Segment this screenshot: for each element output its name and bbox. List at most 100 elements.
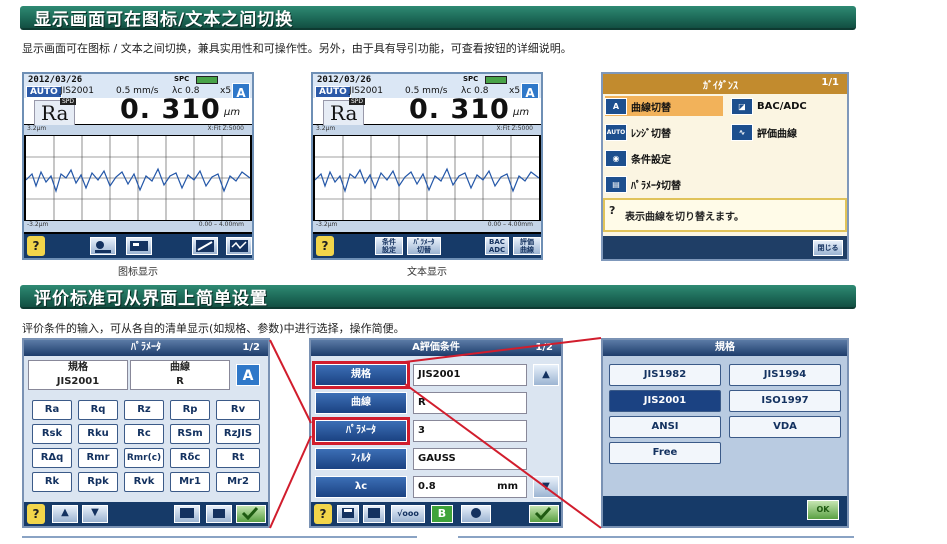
- copy-icon[interactable]: [206, 505, 232, 523]
- speed-icon[interactable]: [461, 505, 491, 523]
- param-button-ra[interactable]: Ra: [32, 400, 72, 420]
- help-button[interactable]: ?: [316, 236, 334, 256]
- standard-option-vda[interactable]: VDA: [729, 416, 841, 438]
- cutoff-value: 0.8 mm: [413, 476, 527, 498]
- evaluation-curve-icon[interactable]: [226, 237, 252, 255]
- roughness-symbol-button[interactable]: √ooo: [391, 505, 425, 523]
- param-button-rdq[interactable]: RΔq: [32, 448, 72, 468]
- filter-setting-button[interactable]: ﾌｨﾙﾀ: [315, 448, 407, 470]
- param-button-rc[interactable]: Rc: [124, 424, 164, 444]
- fit-label: X:Fit Z:5000: [496, 125, 533, 132]
- standard-option-jis1994[interactable]: JIS1994: [729, 364, 841, 386]
- bac-adc-icon: ◪: [731, 97, 753, 115]
- spc-label: SPC: [174, 75, 190, 83]
- save-icon[interactable]: [337, 505, 359, 523]
- auto-range-icon: AUTO: [605, 123, 627, 141]
- param-button-rpk[interactable]: Rpk: [78, 472, 118, 492]
- standard-option-jis2001[interactable]: JIS2001: [609, 390, 721, 412]
- guide-item-evaluation-curve[interactable]: ∿ 評価曲線: [731, 122, 797, 142]
- help-button[interactable]: ?: [27, 236, 45, 256]
- guidance-title: ｶﾞｲﾀﾞﾝｽ: [703, 81, 738, 92]
- length-label: 0.00 – 4.00mm: [487, 221, 533, 228]
- section1-heading-bar: 显示画面可在图标/文本之间切换: [20, 6, 856, 30]
- down-arrow-icon[interactable]: ▼: [82, 505, 108, 523]
- scroll-down-icon[interactable]: ▼: [533, 476, 559, 498]
- evaluation-curve-button[interactable]: 評価 曲線: [513, 237, 541, 255]
- param-button-rp[interactable]: Rp: [170, 400, 210, 420]
- auto-button[interactable]: AUTO: [315, 86, 351, 98]
- param-button-rt[interactable]: Rt: [216, 448, 260, 468]
- icon-display-caption: 图标显示: [118, 267, 158, 278]
- guide-item-range-switch[interactable]: AUTO ﾚﾝｼﾞ切替: [605, 122, 671, 142]
- param-button-rvk[interactable]: Rvk: [124, 472, 164, 492]
- standard-option-iso1997[interactable]: ISO1997: [729, 390, 841, 412]
- scroll-up-icon[interactable]: ▲: [533, 364, 559, 386]
- param-button-mr1[interactable]: Mr1: [170, 472, 210, 492]
- curve-setting-button[interactable]: 曲線: [315, 392, 407, 414]
- range-bottom-label: -3.2μm: [27, 221, 49, 228]
- measured-value: 0. 310: [120, 94, 221, 125]
- guidance-help-text: ? 表示曲線を切り替えます。: [603, 198, 847, 232]
- param-button-rmrc[interactable]: Rmr(c): [124, 448, 164, 468]
- standard-value: JIS2001: [413, 364, 527, 386]
- param-button-rq[interactable]: Rq: [78, 400, 118, 420]
- section1-description: 显示画面可在图标 / 文本之间切换，兼具实用性和可操作性。另外，由于具有导引功能…: [22, 42, 572, 55]
- condition-settings-button[interactable]: 条件 設定: [375, 237, 403, 255]
- bac-adc-button[interactable]: BAC ADC: [485, 237, 509, 255]
- param-button-rzjis[interactable]: RzJIS: [216, 424, 260, 444]
- param-button-rdc[interactable]: Rδc: [170, 448, 210, 468]
- guide-item-condition-settings[interactable]: ◉ 条件設定: [605, 148, 671, 168]
- guide-item-bac-adc[interactable]: ◪ BAC/ADC: [731, 96, 807, 116]
- question-icon: ?: [609, 204, 616, 217]
- guide-item-curve-switch[interactable]: A 曲線切替: [605, 96, 723, 116]
- section2-heading: 评价标准可从界面上简单设置: [34, 288, 268, 309]
- guide-item-parameter-switch[interactable]: ▤ ﾊﾟﾗﾒｰﾀ切替: [605, 174, 681, 194]
- condition-settings-icon[interactable]: [90, 237, 116, 255]
- bottom-divider-right: [458, 536, 854, 538]
- standard-setting-button[interactable]: 規格: [312, 361, 410, 389]
- curve-a-button[interactable]: A: [236, 364, 260, 386]
- help-button[interactable]: ?: [27, 504, 45, 524]
- list-icon[interactable]: [363, 505, 385, 523]
- cutoff-unit: mm: [497, 481, 518, 492]
- curve-b-button[interactable]: B: [431, 505, 453, 523]
- measured-value: 0. 310: [409, 94, 510, 125]
- standard-display: 規格 JIS2001: [28, 360, 128, 390]
- section1-heading: 显示画面可在图标/文本之间切换: [34, 9, 294, 30]
- ok-check-icon[interactable]: [529, 505, 559, 523]
- cutoff-setting-button[interactable]: λc: [315, 476, 407, 498]
- standard-selection-panel: 規格 JIS1982 JIS1994 JIS2001 ISO1997 ANSI …: [601, 338, 849, 528]
- param-button-rz[interactable]: Rz: [124, 400, 164, 420]
- auto-button[interactable]: AUTO: [26, 86, 62, 98]
- ok-check-button[interactable]: OK: [807, 500, 839, 520]
- parameter-setting-button[interactable]: ﾊﾟﾗﾒｰﾀ: [312, 417, 410, 445]
- ok-check-icon[interactable]: [236, 505, 266, 523]
- evaluation-panel-title: A評価条件: [412, 342, 460, 353]
- help-button[interactable]: ?: [314, 504, 332, 524]
- param-button-rk[interactable]: Rk: [32, 472, 72, 492]
- param-button-rv[interactable]: Rv: [216, 400, 260, 420]
- list-icon[interactable]: [174, 505, 200, 523]
- unit-label: μm: [224, 107, 241, 118]
- parameter-switch-button[interactable]: ﾊﾟﾗﾒｰﾀ 切替: [407, 237, 441, 255]
- standard-option-jis1982[interactable]: JIS1982: [609, 364, 721, 386]
- param-button-rsm[interactable]: RSm: [170, 424, 210, 444]
- param-button-rmr[interactable]: Rmr: [78, 448, 118, 468]
- toolbar: ? 条件 設定 ﾊﾟﾗﾒｰﾀ 切替 BAC ADC 評価 曲線: [313, 234, 541, 258]
- parameter-switch-icon[interactable]: [126, 237, 152, 255]
- bac-adc-icon[interactable]: [192, 237, 218, 255]
- param-button-mr2[interactable]: Mr2: [216, 472, 260, 492]
- evaluation-curve-icon: ∿: [731, 123, 753, 141]
- standard-option-free[interactable]: Free: [609, 442, 721, 464]
- close-button[interactable]: 閉じる: [813, 240, 843, 256]
- parameter-panel-title: ﾊﾟﾗﾒｰﾀ: [131, 342, 161, 353]
- param-button-rsk[interactable]: Rsk: [32, 424, 72, 444]
- param-button-rku[interactable]: Rku: [78, 424, 118, 444]
- parameter-panel: ﾊﾟﾗﾒｰﾀ 1/2 規格 JIS2001 曲線 R A Ra Rq Rz Rp…: [22, 338, 270, 528]
- icon-display-screen: 2012/03/26 SPC AUTO JIS2001 0.5 mm/s λc …: [22, 72, 254, 260]
- parameter-panel-page: 1/2: [242, 342, 260, 353]
- condition-settings-icon: ◉: [605, 149, 627, 167]
- up-arrow-icon[interactable]: ▲: [52, 505, 78, 523]
- standard-option-ansi[interactable]: ANSI: [609, 416, 721, 438]
- guidance-page: 1/1: [821, 77, 839, 88]
